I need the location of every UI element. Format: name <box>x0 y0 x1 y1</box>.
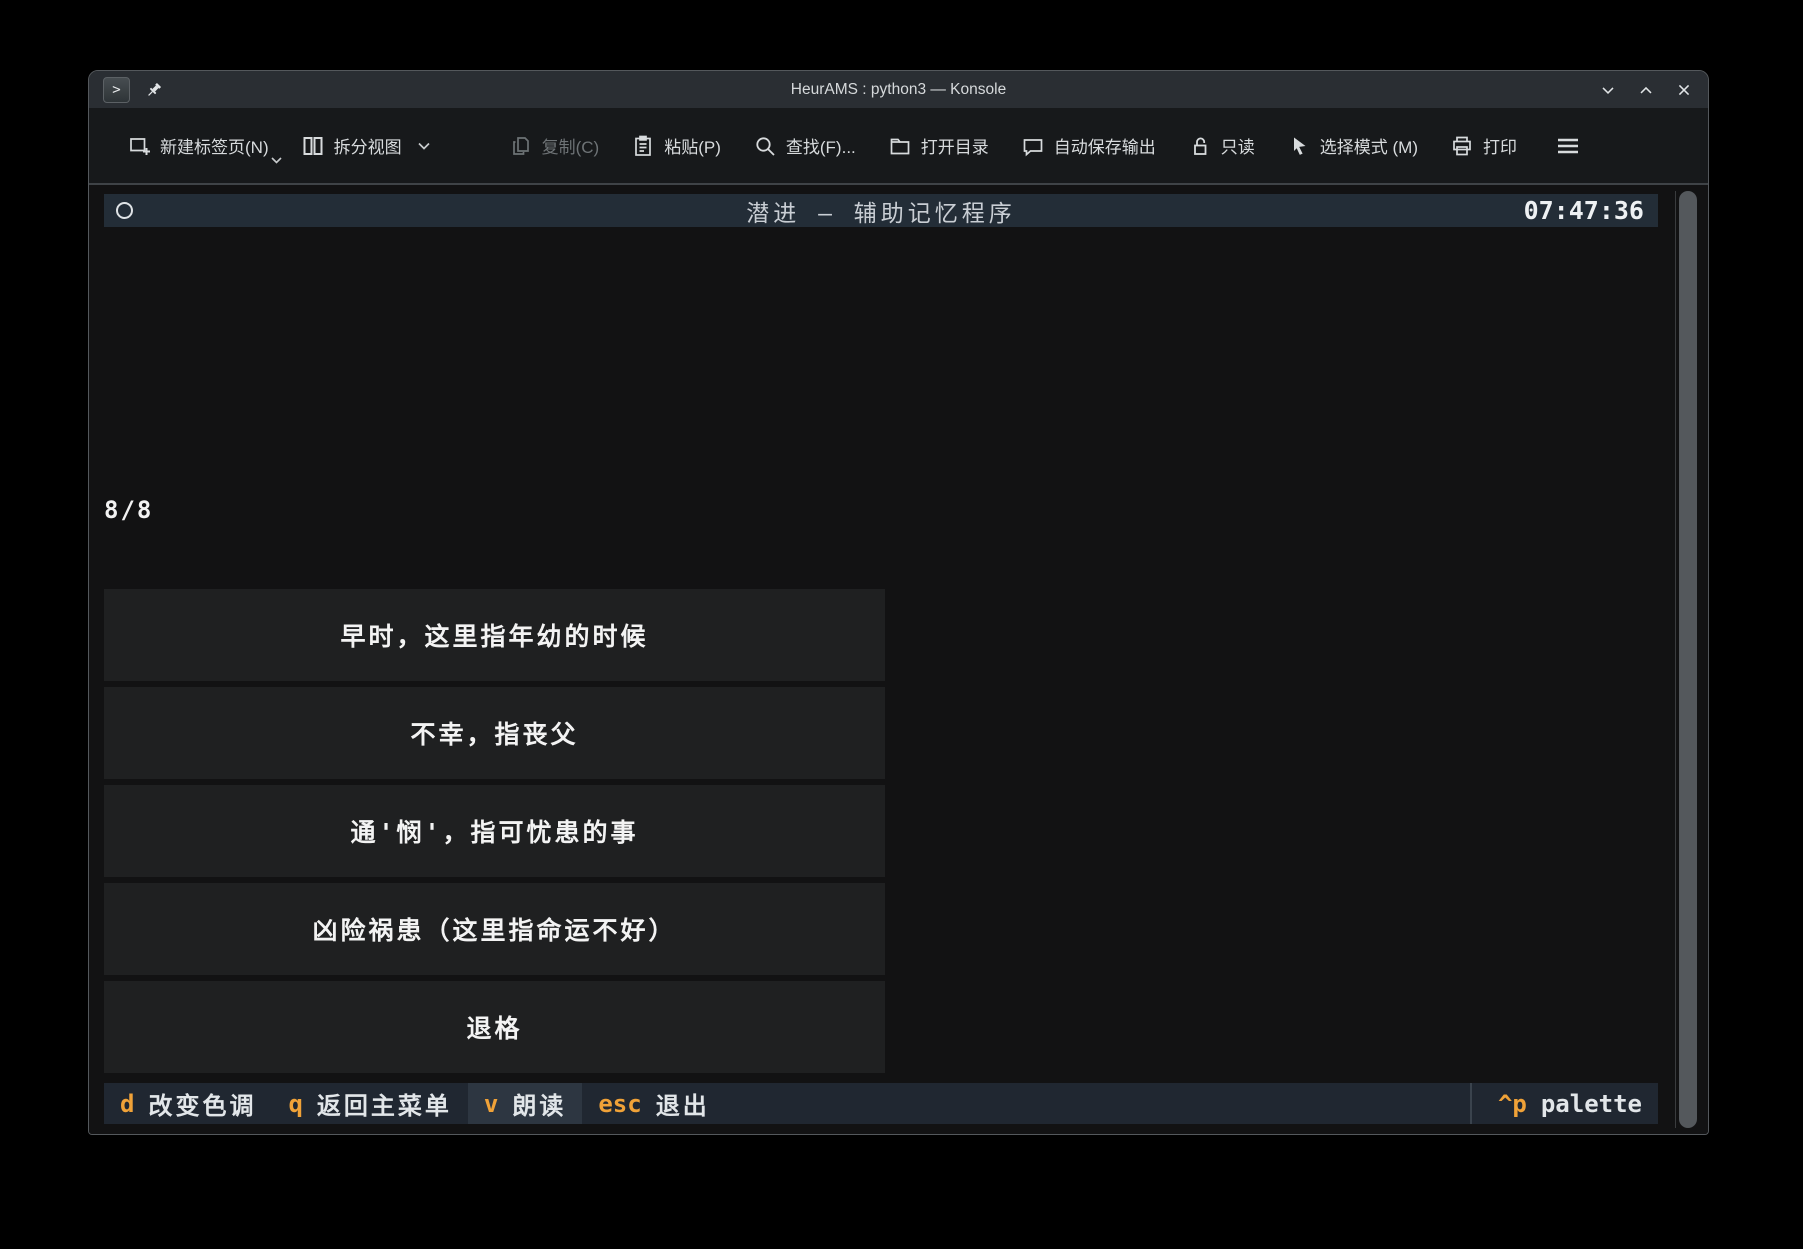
hint-label: 改变色调 <box>148 1086 256 1121</box>
app-icon[interactable]: > <box>103 77 130 103</box>
hint-change-palette-tone[interactable]: d 改变色调 <box>104 1083 272 1124</box>
copy-button[interactable]: 复制(C) <box>493 125 616 166</box>
close-button[interactable] <box>1674 80 1694 100</box>
backspace-option[interactable]: 退格 <box>104 981 885 1073</box>
hint-key: d <box>120 1090 134 1118</box>
hint-exit[interactable]: esc 退出 <box>582 1083 725 1124</box>
paste-button[interactable]: 粘贴(P) <box>615 125 737 166</box>
speech-bubble-icon <box>1021 134 1045 158</box>
split-view-icon <box>301 134 325 158</box>
answer-option-4[interactable]: 凶险祸患（这里指命运不好） <box>104 883 885 975</box>
titlebar: > HeurAMS : python3 — Konsole <box>89 71 1708 108</box>
open-directory-button[interactable]: 打开目录 <box>872 125 1005 166</box>
auto-save-output-label: 自动保存输出 <box>1054 133 1156 158</box>
new-tab-label: 新建标签页(N) <box>160 133 269 158</box>
hint-read-aloud[interactable]: v 朗读 <box>468 1083 582 1124</box>
folder-icon <box>888 134 912 158</box>
hint-key: ^p <box>1498 1090 1527 1118</box>
read-only-button[interactable]: 只读 <box>1172 125 1271 166</box>
print-button[interactable]: 打印 <box>1434 125 1533 166</box>
tui-footer-bar: d 改变色调 q 返回主菜单 v 朗读 esc 退出 ^p palette <box>104 1083 1658 1124</box>
hint-palette[interactable]: ^p palette <box>1470 1083 1658 1124</box>
unlock-icon <box>1188 134 1212 158</box>
copy-label: 复制(C) <box>542 133 600 158</box>
toolbar: 新建标签页(N) 拆分视图 <box>89 108 1708 185</box>
hamburger-icon <box>1555 134 1581 158</box>
hint-label: 返回主菜单 <box>317 1086 452 1121</box>
answer-option-3[interactable]: 通'悯'，指可忧患的事 <box>104 785 885 877</box>
auto-save-output-button[interactable]: 自动保存输出 <box>1005 125 1172 166</box>
scrollbar[interactable] <box>1675 191 1699 1128</box>
tui-app-title: 潜进 – 辅助记忆程序 <box>104 194 1658 228</box>
answer-options: 早时，这里指年幼的时候 不幸，指丧父 通'悯'，指可忧患的事 凶险祸患（这里指命… <box>104 589 885 1079</box>
menu-button[interactable] <box>1539 126 1597 166</box>
paste-icon <box>631 134 655 158</box>
split-view-label: 拆分视图 <box>334 133 402 158</box>
konsole-window: > HeurAMS : python3 — Konsole <box>88 70 1709 1135</box>
search-icon <box>753 134 777 158</box>
minimize-button[interactable] <box>1598 80 1618 100</box>
read-only-label: 只读 <box>1221 133 1255 158</box>
hint-label: 退出 <box>656 1086 710 1121</box>
new-tab-icon <box>127 134 151 158</box>
window-title: HeurAMS : python3 — Konsole <box>89 81 1708 99</box>
hint-key: q <box>288 1090 302 1118</box>
printer-icon <box>1450 134 1474 158</box>
chevron-down-icon <box>417 136 431 156</box>
terminal-view[interactable]: 潜进 – 辅助记忆程序 07:47:36 8/8 臣密言：臣以险衅，夙遭闵凶. … <box>89 185 1708 1134</box>
new-tab-button[interactable]: 新建标签页(N) <box>111 125 285 166</box>
tui-header-bar: 潜进 – 辅助记忆程序 07:47:36 <box>104 194 1658 227</box>
maximize-button[interactable] <box>1636 80 1656 100</box>
hint-key: esc <box>598 1090 641 1118</box>
tui-clock: 07:47:36 <box>1524 196 1644 225</box>
copy-icon <box>509 134 533 158</box>
select-mode-label: 选择模式 (M) <box>1320 133 1418 158</box>
hint-label: palette <box>1541 1090 1642 1118</box>
hint-key: v <box>484 1090 498 1118</box>
paste-label: 粘贴(P) <box>664 133 721 158</box>
scrollbar-thumb[interactable] <box>1679 191 1697 1128</box>
progress-counter: 8/8 <box>104 493 458 527</box>
print-label: 打印 <box>1483 133 1517 158</box>
cursor-icon <box>1287 134 1311 158</box>
hint-label: 朗读 <box>512 1086 566 1121</box>
answer-option-2[interactable]: 不幸，指丧父 <box>104 687 885 779</box>
open-directory-label: 打开目录 <box>921 133 989 158</box>
find-label: 查找(F)... <box>786 133 856 158</box>
pin-icon[interactable] <box>144 80 164 100</box>
answer-option-1[interactable]: 早时，这里指年幼的时候 <box>104 589 885 681</box>
chevron-down-icon <box>270 150 283 170</box>
find-button[interactable]: 查找(F)... <box>737 125 872 166</box>
select-mode-button[interactable]: 选择模式 (M) <box>1271 125 1434 166</box>
split-view-button[interactable]: 拆分视图 <box>285 125 447 166</box>
hint-return-main-menu[interactable]: q 返回主菜单 <box>272 1083 467 1124</box>
